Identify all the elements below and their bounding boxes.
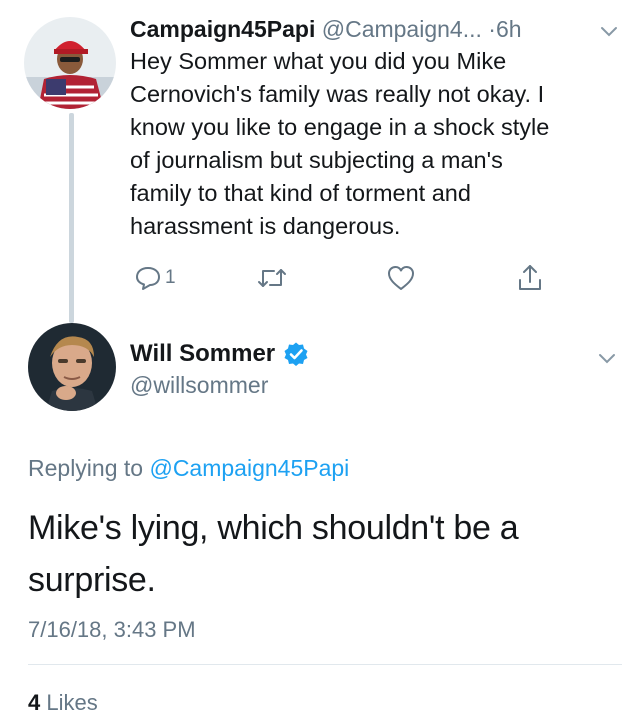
verified-badge-icon (284, 342, 308, 366)
avatar-willsommer[interactable] (28, 323, 116, 411)
share-button[interactable] (516, 262, 544, 294)
heart-icon (388, 266, 414, 290)
likes-summary[interactable]: 4 Likes (28, 690, 98, 716)
reply-icon (136, 267, 160, 290)
reply-tweet-actions: 1 (128, 262, 568, 294)
reply-tweet-time[interactable]: ·6h (488, 16, 521, 42)
retweet-button[interactable] (256, 262, 288, 294)
retweet-icon (258, 269, 286, 287)
main-author-handle[interactable]: @willsommer (130, 372, 268, 399)
reply-button[interactable]: 1 (134, 262, 176, 294)
reply-tweet-text: Hey Sommer what you did you Mike Cernovi… (130, 48, 550, 239)
share-icon (519, 265, 541, 290)
main-tweet-text: Mike's lying, which shouldn't be a surpr… (28, 509, 519, 599)
replying-to-mention[interactable]: @Campaign45Papi (149, 455, 349, 481)
like-button[interactable] (386, 262, 416, 294)
main-tweet-timestamp: 7/16/18, 3:43 PM (28, 617, 196, 642)
main-author-row: Will Sommer (130, 339, 309, 369)
thread-connector-line (69, 113, 74, 323)
reply-tweet-header: Campaign45Papi @Campaign4... ·6h (130, 16, 620, 46)
replying-to-label: Replying to (28, 455, 144, 481)
likes-label: Likes (46, 690, 98, 715)
chevron-down-icon[interactable] (596, 347, 618, 369)
avatar-campaign45papi[interactable] (24, 17, 116, 109)
reply-author-name[interactable]: Campaign45Papi (130, 16, 315, 42)
main-author-name[interactable]: Will Sommer (130, 340, 275, 368)
divider (28, 664, 622, 665)
likes-count: 4 (28, 690, 41, 715)
replying-to-line: Replying to @Campaign45Papi (28, 455, 349, 482)
reply-author-handle[interactable]: @Campaign4... (322, 16, 482, 42)
reply-count: 1 (165, 267, 176, 288)
chevron-down-icon[interactable] (598, 20, 620, 42)
